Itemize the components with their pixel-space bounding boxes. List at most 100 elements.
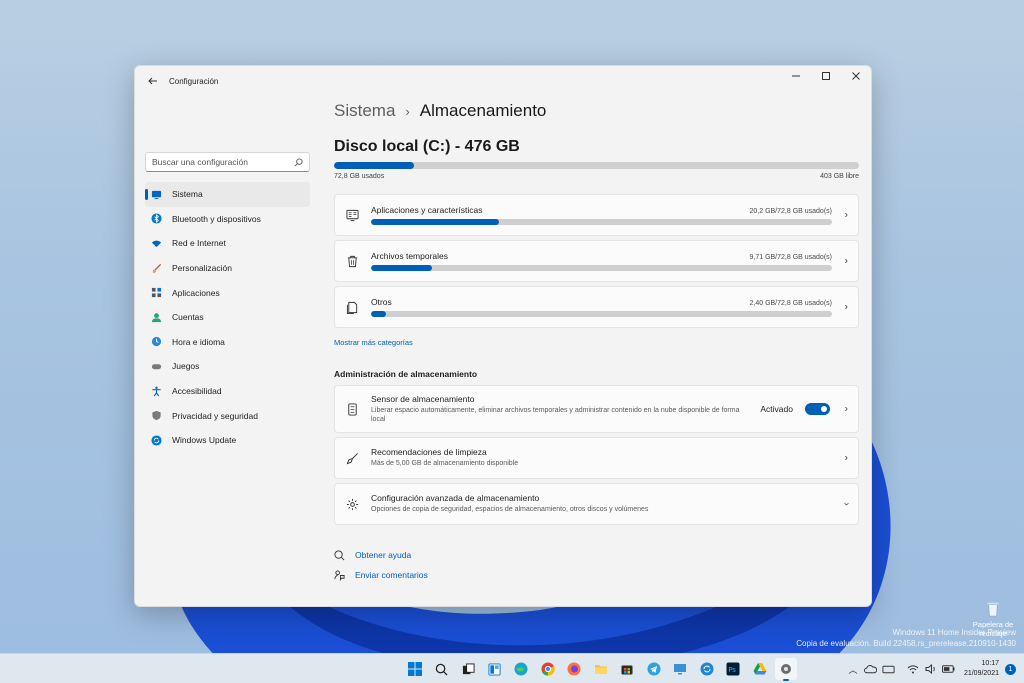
search-input[interactable] (152, 157, 294, 167)
category-body: Archivos temporales 9,71 GB/72,8 GB usad… (371, 251, 832, 271)
remote-desktop-button[interactable] (669, 658, 691, 680)
sidebar-item-cuentas[interactable]: Cuentas (145, 305, 310, 330)
advanced-title: Configuración avanzada de almacenamiento (371, 493, 540, 504)
chrome-button[interactable] (537, 658, 559, 680)
volume-icon[interactable] (924, 662, 938, 676)
sidebar-item-label: Personalización (172, 263, 233, 274)
notification-badge[interactable]: 1 (1005, 663, 1016, 675)
storage-sense-icon (345, 402, 359, 416)
chevron-up-icon[interactable]: ︿ (846, 662, 860, 676)
task-view-icon (462, 662, 475, 674)
category-amount: 9,71 GB/72,8 GB usado(s) (749, 254, 833, 261)
sidebar-item-privacidad[interactable]: Privacidad y seguridad (145, 403, 310, 428)
edge-button[interactable] (510, 658, 532, 680)
gamepad-icon (151, 361, 162, 372)
photoshop-button[interactable]: Ps (722, 658, 744, 680)
maximize-button[interactable] (811, 66, 841, 86)
telegram-button[interactable] (643, 658, 665, 680)
chevron-down-icon: › (840, 502, 852, 506)
window-controls (781, 66, 871, 86)
onedrive-icon[interactable] (864, 662, 878, 676)
advanced-storage-card[interactable]: Configuración avanzada de almacenamiento… (334, 483, 859, 525)
cleanup-body: Recomendaciones de limpieza Más de 5,00 … (371, 447, 828, 469)
disk-used-label: 72,8 GB usados (334, 173, 385, 180)
sidebar-item-sistema[interactable]: Sistema (145, 182, 310, 207)
widgets-button[interactable] (484, 658, 506, 680)
chevron-right-icon: › (844, 301, 848, 313)
sidebar-item-aplicaciones[interactable]: Aplicaciones (145, 280, 310, 305)
edge-icon (514, 662, 528, 676)
person-icon (151, 312, 162, 323)
search-box[interactable] (145, 152, 310, 172)
apps-list-icon (345, 208, 359, 222)
system-tray: ︿ 10:17 21/09/2021 1 (842, 656, 1016, 682)
send-feedback-label: Enviar comentarios (355, 570, 428, 580)
taskbar-apps: Ps (404, 658, 802, 681)
storage-sense-card[interactable]: Sensor de almacenamiento Liberar espacio… (334, 385, 859, 433)
category-amount: 2,40 GB/72,8 GB usado(s) (749, 300, 833, 307)
chevron-right-icon: › (844, 255, 848, 267)
category-label: Aplicaciones y características (371, 205, 483, 215)
sidebar-item-label: Aplicaciones (172, 287, 220, 298)
file-explorer-button[interactable] (590, 658, 612, 680)
task-view-button[interactable] (457, 658, 479, 680)
update-icon (151, 435, 162, 446)
cleanup-recommendations-card[interactable]: Recomendaciones de limpieza Más de 5,00 … (334, 437, 859, 479)
category-bar-fill (371, 265, 433, 271)
wifi-tray-icon[interactable] (906, 662, 920, 676)
store-icon (621, 665, 633, 675)
sidebar-item-red[interactable]: Red e Internet (145, 231, 310, 256)
search-icon (294, 157, 303, 166)
search-button[interactable] (431, 658, 453, 680)
sidebar-item-personalizacion[interactable]: Personalización (145, 256, 310, 281)
get-help-link[interactable]: Obtener ayuda (334, 545, 859, 565)
breadcrumb-parent[interactable]: Sistema (334, 101, 395, 121)
keyboard-icon[interactable] (882, 662, 896, 676)
sidebar-item-label: Hora e idioma (172, 336, 225, 347)
settings-taskbar-button[interactable] (775, 658, 797, 681)
accessibility-icon (151, 386, 162, 397)
sidebar-item-bluetooth[interactable]: Bluetooth y dispositivos (145, 207, 310, 232)
help-links: Obtener ayuda Enviar comentarios (334, 545, 859, 585)
brush-icon (151, 263, 162, 274)
storage-sense-toggle[interactable] (805, 403, 830, 415)
settings-gear-icon (781, 664, 791, 674)
back-button[interactable] (139, 67, 167, 95)
sidebar-item-label: Accesibilidad (172, 386, 222, 397)
sidebar-item-label: Cuentas (172, 312, 204, 323)
disk-usage-fill (334, 162, 415, 169)
minimize-button[interactable] (781, 66, 811, 86)
send-feedback-link[interactable]: Enviar comentarios (334, 565, 859, 585)
category-body: Otros 2,40 GB/72,8 GB usado(s) (371, 297, 832, 317)
clock-time: 10:17 (981, 660, 999, 667)
firefox-button[interactable] (563, 658, 585, 680)
category-label: Archivos temporales (371, 251, 449, 261)
sidebar-item-windows-update[interactable]: Windows Update (145, 428, 310, 453)
drive-button[interactable] (749, 658, 771, 680)
category-card-temp[interactable]: Archivos temporales 9,71 GB/72,8 GB usad… (334, 240, 859, 282)
category-card-apps[interactable]: Aplicaciones y características 20,2 GB/7… (334, 194, 859, 236)
category-body: Aplicaciones y características 20,2 GB/7… (371, 205, 832, 225)
sidebar-item-juegos[interactable]: Juegos (145, 354, 310, 379)
advanced-desc: Opciones de copia de seguridad, espacios… (371, 506, 649, 514)
more-categories-link[interactable]: Mostrar más categorías (334, 338, 859, 347)
wifi-icon (151, 238, 162, 249)
maximize-icon (822, 72, 830, 80)
battery-icon[interactable] (942, 662, 956, 676)
start-button[interactable] (404, 658, 426, 680)
sync-app-button[interactable] (696, 658, 718, 680)
sync-icon (700, 662, 713, 676)
sidebar-item-label: Privacidad y seguridad (172, 410, 258, 421)
document-icon (345, 300, 359, 314)
sidebar-item-accesibilidad[interactable]: Accesibilidad (145, 379, 310, 404)
sidebar-item-hora[interactable]: Hora e idioma (145, 330, 310, 355)
taskbar-search-icon (435, 663, 448, 676)
category-row: Archivos temporales 9,71 GB/72,8 GB usad… (371, 251, 832, 261)
category-card-others[interactable]: Otros 2,40 GB/72,8 GB usado(s) › (334, 286, 859, 328)
storage-sense-title: Sensor de almacenamiento (371, 393, 475, 404)
close-button[interactable] (841, 66, 871, 86)
sidebar-nav: Sistema Bluetooth y dispositivos Red e I… (145, 182, 310, 453)
watermark-line-2: Copia de evaluación. Build 22458.rs_prer… (796, 639, 1016, 648)
clock[interactable]: 10:17 21/09/2021 (964, 659, 999, 679)
store-button[interactable] (616, 658, 638, 680)
